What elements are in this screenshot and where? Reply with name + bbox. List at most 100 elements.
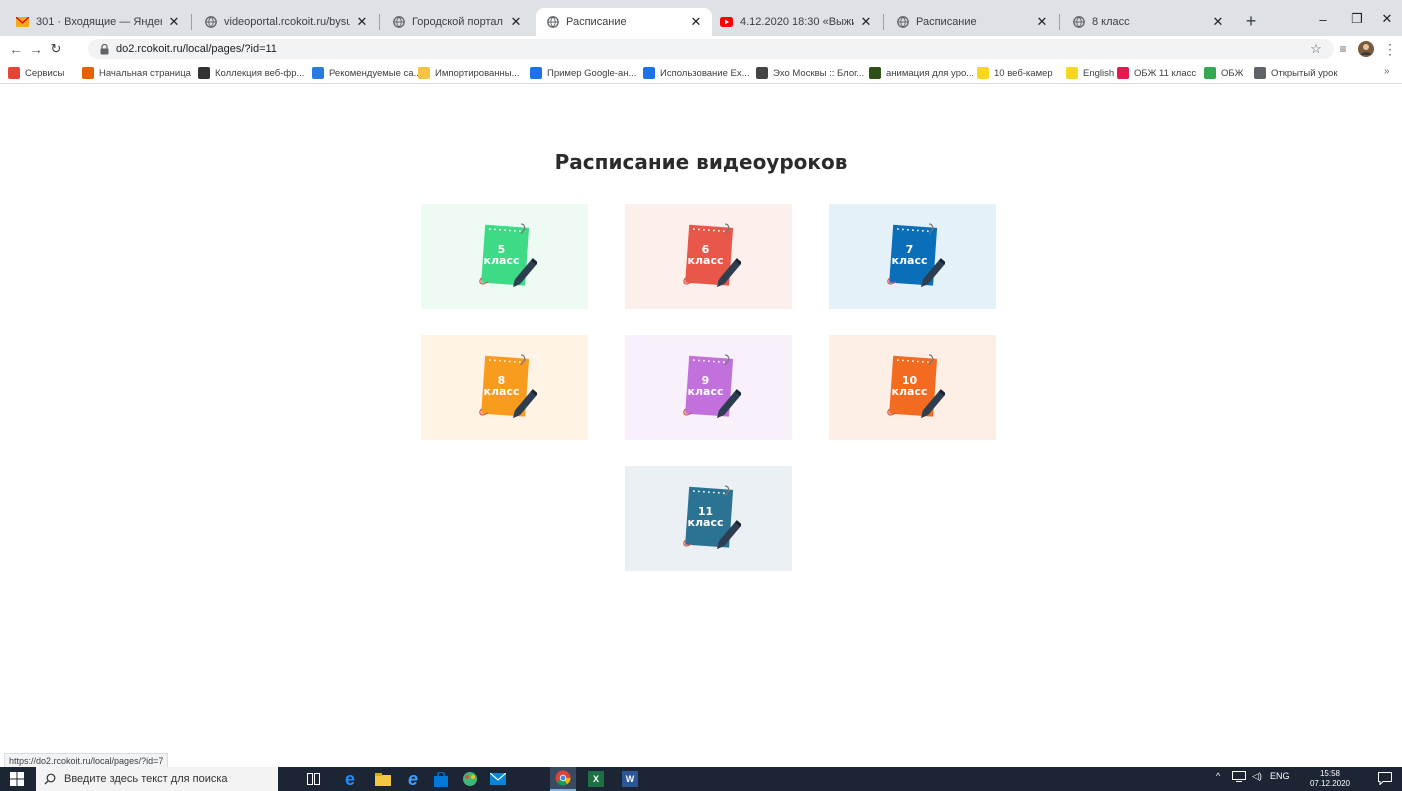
reading-list-icon[interactable]: ≡ [1333,39,1353,59]
bookmark-label: Коллекция веб-фр... [215,67,305,79]
bookmarks-overflow-button[interactable]: » [1384,66,1390,77]
bookmark-item[interactable]: Использование Ex... [643,65,750,81]
bookmark-item[interactable]: Эхо Москвы :: Блог... [756,65,864,81]
grade-number: 9 [701,373,710,387]
star-icon[interactable]: ☆ [1306,39,1326,59]
page-title: Расписание видеоуроков [554,150,848,174]
reload-icon[interactable]: ↻ [46,39,66,59]
bookmark-item[interactable]: English [1066,65,1114,81]
browser-tab[interactable]: 8 класс ✕ [1062,8,1234,36]
notification-icon[interactable] [1378,772,1392,787]
bookmark-label: ОБЖ [1221,67,1244,79]
taskbar-search-input[interactable]: Введите здесь текст для поиска [36,767,278,791]
tab-close-icon[interactable]: ✕ [508,14,524,30]
notepad-icon: 6 класс [681,222,741,292]
grade-label: 9 класс [683,375,729,397]
bookmark-item[interactable]: Открытый урок [1254,65,1338,81]
tab-close-icon[interactable]: ✕ [858,14,874,30]
browser-tab[interactable]: 4.12.2020 18:30 «Выжить в пуст ✕ [710,8,882,36]
address-bar[interactable]: do2.rcokoit.ru/local/pages/?id=11 [88,39,1334,59]
tab-close-icon[interactable]: ✕ [166,14,182,30]
bookmark-item[interactable]: 10 веб-камер [977,65,1053,81]
tab-close-icon[interactable]: ✕ [688,14,704,30]
clock-date: 07.12.2020 [1309,779,1351,788]
grade-label: 6 класс [683,244,729,266]
word-icon[interactable]: W [622,771,638,787]
bookmark-label: Рекомендуемые са... [329,67,422,79]
bookmark-label: Сервисы [25,67,65,79]
browser-tab[interactable]: Городской портал дистанцион ✕ [382,8,532,36]
taskbar-clock[interactable]: 15:58 07.12.2020 [1300,769,1360,789]
bookmark-label: Использование Ex... [660,67,750,79]
volume-icon[interactable]: ◁) [1252,771,1262,782]
close-window-button[interactable]: ✕ [1370,8,1402,30]
task-view-icon[interactable] [304,770,322,788]
grade-card[interactable]: 10 класс [829,335,996,440]
bookmark-item[interactable]: Сервисы [8,65,64,81]
bookmark-label: Пример Google-ан... [547,67,637,79]
grade-card[interactable]: 5 класс [421,204,588,309]
bookmark-item[interactable]: Импортированны... [418,65,520,81]
menu-dots-icon[interactable]: ⋮ [1380,39,1400,59]
tab-close-icon[interactable]: ✕ [354,14,370,30]
tab-separator [191,14,192,30]
status-url-bubble: https://do2.rcokoit.ru/local/pages/?id=7 [4,753,169,767]
tray-chevron-icon[interactable]: ^ [1216,771,1220,781]
network-icon[interactable] [1232,771,1246,784]
minimize-button[interactable]: – [1306,8,1340,30]
browser-tab-strip: 301 · Входящие — Яндекс.Почта✕videoporta… [0,0,1402,36]
grade-card[interactable]: 7 класс [829,204,996,309]
ad-icon [1066,67,1078,79]
bookmark-label: Открытый урок [1271,67,1338,79]
mail-icon[interactable] [489,770,507,788]
bookmark-item[interactable]: анимация для уро... [869,65,974,81]
maximize-button[interactable]: ❐ [1340,8,1374,30]
grade-card[interactable]: 8 класс [421,335,588,440]
bookmark-item[interactable]: ОБЖ 11 класс [1117,65,1196,81]
browser-tab[interactable]: Расписание ✕ [536,8,712,36]
grade-label: 5 класс [479,244,525,266]
forward-arrow-icon[interactable]: → [26,39,46,59]
grade-number: 8 [497,373,506,387]
grade-card[interactable]: 11 класс [625,466,792,571]
tab-close-icon[interactable]: ✕ [1034,14,1050,30]
grade-card[interactable]: 6 класс [625,204,792,309]
bookmark-item[interactable]: Пример Google-ан... [530,65,636,81]
grade-number: 11 [697,504,714,518]
bookmark-item[interactable]: ОБЖ [1204,65,1243,81]
ad-icon [977,67,989,79]
browser-tab[interactable]: videoportal.rcokoit.ru/bysubject ✕ [194,8,378,36]
notepad-icon: 10 класс [885,353,945,423]
animation-icon [869,67,881,79]
store-icon[interactable] [432,770,450,788]
language-indicator[interactable]: ENG [1270,771,1290,781]
tab-separator [883,14,884,30]
table-icon [643,67,655,79]
bookmark-item[interactable]: Начальная страница [82,65,191,81]
taskbar-search-placeholder: Введите здесь текст для поиска [64,773,228,785]
tab-title: videoportal.rcokoit.ru/bysubject [224,16,350,28]
browser-toolbar: ← → ↻ do2.rcokoit.ru/local/pages/?id=11 … [0,36,1402,62]
notepad-icon: 8 класс [477,353,537,423]
browser-tab[interactable]: 301 · Входящие — Яндекс.Почта ✕ [6,8,190,36]
back-arrow-icon[interactable]: ← [6,39,26,59]
browser-tab[interactable]: Расписание ✕ [886,8,1058,36]
grade-card[interactable]: 9 класс [625,335,792,440]
avatar[interactable] [1356,39,1376,59]
windows-taskbar: Введите здесь текст для поиска e e X W ^… [0,767,1402,791]
edge-icon[interactable]: e [341,769,359,789]
tab-separator [379,14,380,30]
youtube-icon [720,16,733,29]
grade-word: класс [891,253,928,267]
file-explorer-icon[interactable] [374,770,392,788]
bookmark-item[interactable]: Коллекция веб-фр... [198,65,304,81]
internet-explorer-icon[interactable]: e [404,769,422,789]
chrome-icon[interactable] [550,767,576,791]
tab-close-icon[interactable]: ✕ [1210,14,1226,30]
bookmark-item[interactable]: Рекомендуемые са... [312,65,422,81]
excel-icon[interactable]: X [588,771,604,787]
windows-start-icon[interactable] [10,772,24,786]
paint-icon[interactable] [461,770,479,788]
tab-title: Расписание [566,16,627,28]
new-tab-button[interactable]: + [1240,10,1262,32]
